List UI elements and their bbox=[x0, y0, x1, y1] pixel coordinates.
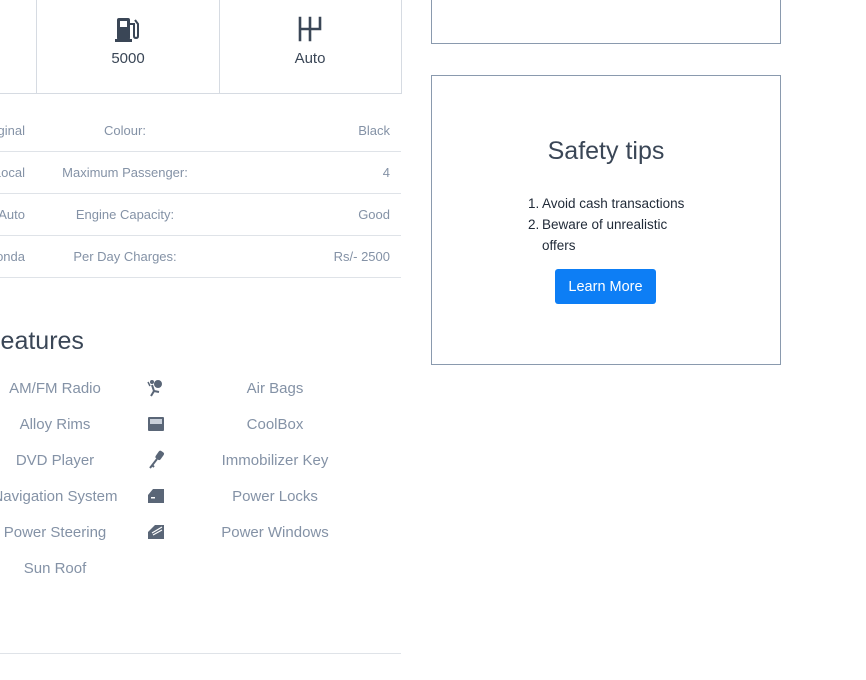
spec-label: Maximum Passenger: bbox=[62, 165, 188, 180]
spec-label: Colour: bbox=[104, 123, 146, 138]
features-heading: r Features bbox=[0, 327, 84, 355]
key-icon bbox=[145, 449, 167, 471]
spec-row: Local Maximum Passenger: 4 bbox=[0, 151, 401, 194]
safety-tips-card: Safety tips 1. Avoid cash transactions 2… bbox=[431, 75, 781, 365]
safety-tip: 1. Avoid cash transactions bbox=[528, 193, 687, 214]
spec-row: onda Per Day Charges: Rs/- 2500 bbox=[0, 235, 401, 278]
tip-number: 1. bbox=[528, 196, 540, 211]
feature-item: Sun Roof bbox=[23, 560, 87, 577]
learn-more-button[interactable]: Learn More bbox=[555, 269, 656, 304]
feature-item: Navigation System bbox=[0, 488, 118, 505]
stat-mileage: 5000 bbox=[36, 0, 220, 93]
tip-number: 2. bbox=[528, 217, 540, 232]
coolbox-icon bbox=[145, 413, 167, 435]
sidebar-card bbox=[431, 0, 781, 44]
feature-item: DVD Player bbox=[15, 452, 95, 469]
feature-item: Power Windows bbox=[221, 524, 329, 541]
spec-value: Good bbox=[358, 207, 390, 222]
tip-text: Beware of unrealistic offers bbox=[542, 217, 668, 253]
spec-value: Black bbox=[358, 123, 390, 138]
spec-row: iginal Colour: Black bbox=[0, 109, 401, 152]
stat-transmission: Auto bbox=[219, 0, 401, 93]
gear-shift-icon bbox=[297, 14, 323, 44]
feature-item: Immobilizer Key bbox=[221, 452, 329, 469]
stats-row: 5000 Auto bbox=[0, 0, 402, 94]
door-lock-icon bbox=[145, 485, 167, 507]
spec-label: Per Day Charges: bbox=[73, 249, 177, 264]
safety-tips-list: 1. Avoid cash transactions 2. Beware of … bbox=[528, 193, 687, 256]
divider bbox=[0, 653, 401, 654]
safety-tips-title: Safety tips bbox=[547, 137, 665, 165]
airbag-icon bbox=[145, 377, 167, 399]
feature-item: Power Steering bbox=[3, 524, 107, 541]
mileage-value: 5000 bbox=[111, 50, 145, 67]
spec-value: 4 bbox=[382, 165, 390, 180]
transmission-value: Auto bbox=[294, 50, 326, 67]
feature-item: Alloy Rims bbox=[19, 416, 91, 433]
safety-tip: 2. Beware of unrealistic offers bbox=[528, 214, 687, 256]
feature-item: CoolBox bbox=[246, 416, 304, 433]
spec-value: Rs/- 2500 bbox=[333, 249, 390, 264]
tip-text: Avoid cash transactions bbox=[542, 196, 685, 211]
fuel-pump-icon bbox=[115, 14, 141, 44]
feature-item: Power Locks bbox=[232, 488, 318, 505]
power-window-icon bbox=[145, 521, 167, 543]
spec-row: Auto Engine Capacity: Good bbox=[0, 193, 401, 236]
feature-item: AM/FM Radio bbox=[9, 380, 101, 397]
spec-label: Engine Capacity: bbox=[75, 207, 175, 222]
ad-details-panel: 5000 Auto iginal Colour: Black Local Max… bbox=[0, 0, 402, 680]
feature-item: Air Bags bbox=[246, 380, 304, 397]
